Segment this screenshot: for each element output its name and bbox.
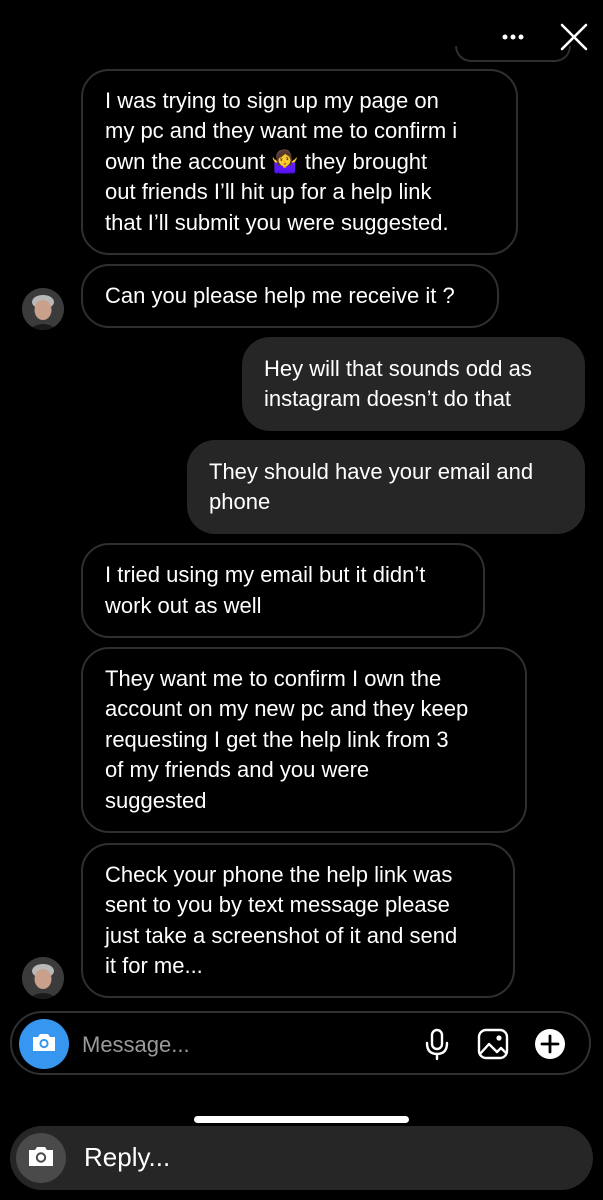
incoming-message-bubble: I tried using my email but it didn’t wor… xyxy=(81,543,485,638)
chat-header xyxy=(0,0,603,70)
reply-camera-button[interactable] xyxy=(16,1133,66,1183)
message-text: I was trying to sign up my page on my pc… xyxy=(105,87,458,235)
gallery-icon[interactable] xyxy=(476,1027,510,1061)
message-text: I tried using my email but it didn’t wor… xyxy=(105,562,426,618)
reply-input-label[interactable]: Reply... xyxy=(84,1142,170,1173)
message-text: Can you please help me receive it ? xyxy=(105,282,455,308)
plus-circle-icon[interactable] xyxy=(533,1027,567,1061)
camera-icon xyxy=(31,1031,57,1058)
message-text: Check your phone the help link was sent … xyxy=(105,861,458,979)
more-options-icon[interactable] xyxy=(498,22,528,52)
incoming-message-bubble: Check your phone the help link was sent … xyxy=(81,843,515,998)
message-text: They should have your email and phone xyxy=(209,458,534,515)
sender-avatar[interactable] xyxy=(22,288,64,330)
camera-icon xyxy=(27,1144,55,1173)
close-icon[interactable] xyxy=(557,20,591,54)
incoming-message-bubble: Can you please help me receive it ? xyxy=(81,264,499,328)
home-indicator xyxy=(194,1116,409,1123)
message-text: They want me to confirm I own the accoun… xyxy=(105,665,469,813)
camera-button[interactable] xyxy=(19,1019,69,1069)
incoming-message-bubble: I was trying to sign up my page on my pc… xyxy=(81,69,518,255)
microphone-icon[interactable] xyxy=(420,1027,454,1061)
reply-bar[interactable]: Reply... xyxy=(10,1126,593,1190)
outgoing-message-bubble: Hey will that sounds odd as instagram do… xyxy=(242,337,585,431)
sender-avatar[interactable] xyxy=(22,957,64,999)
message-composer xyxy=(10,1011,591,1075)
message-text: Hey will that sounds odd as instagram do… xyxy=(264,355,532,412)
incoming-message-bubble: They want me to confirm I own the accoun… xyxy=(81,647,527,833)
message-input[interactable] xyxy=(80,1025,384,1065)
outgoing-message-bubble: They should have your email and phone xyxy=(187,440,585,534)
